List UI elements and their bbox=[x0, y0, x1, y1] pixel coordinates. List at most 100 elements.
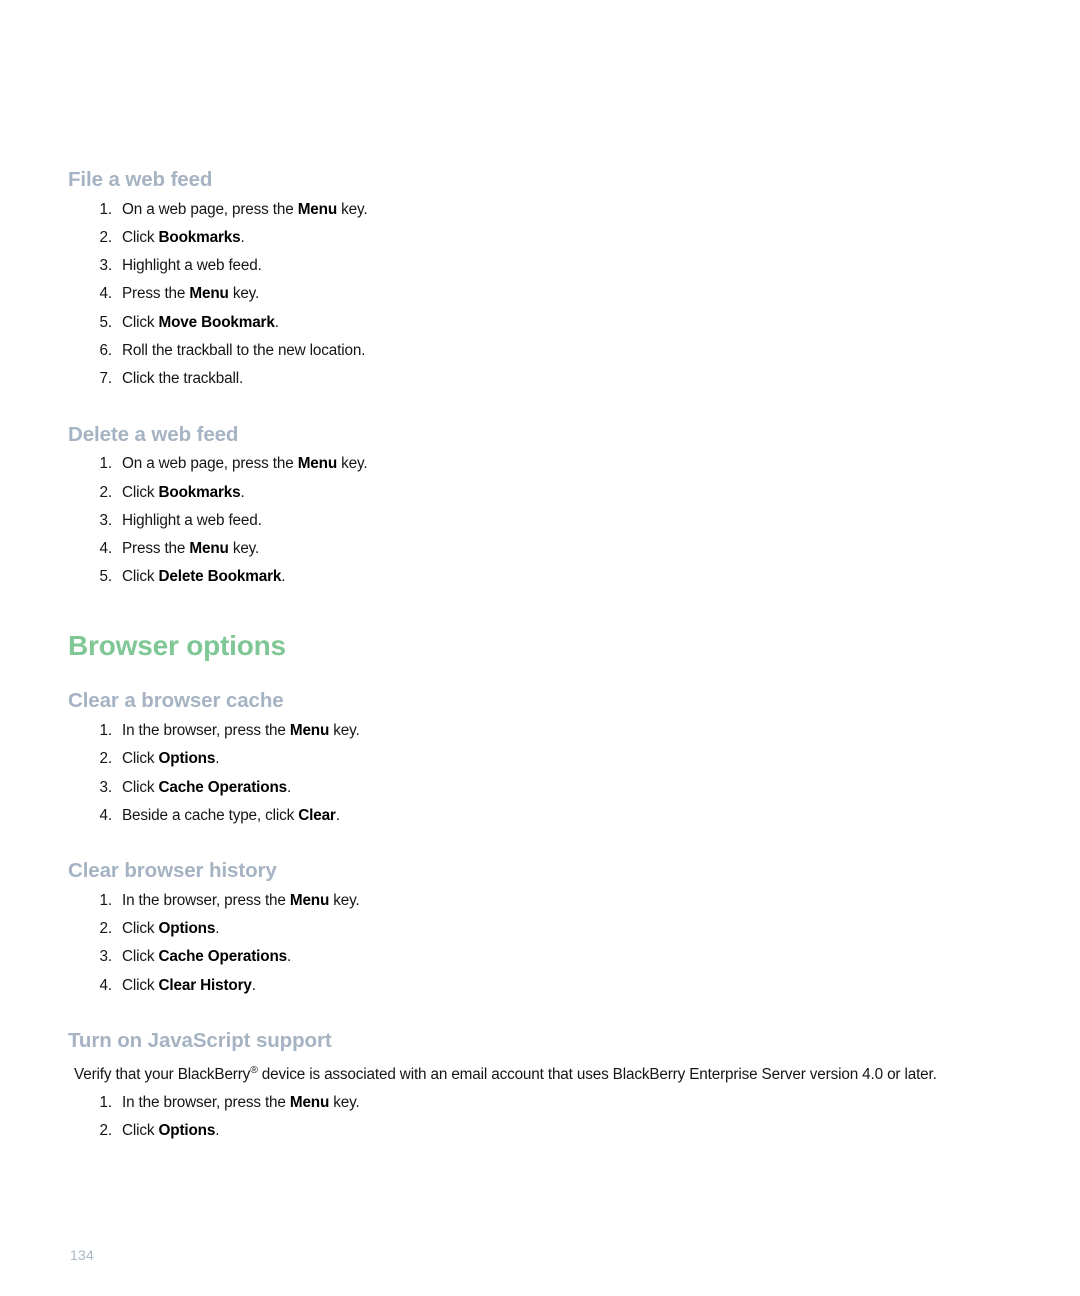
list-item: 4. Click Clear History. bbox=[68, 976, 1012, 994]
step-text-pre: In the browser, press the bbox=[122, 722, 290, 740]
section-intro-paragraph: Verify that your BlackBerry® device is a… bbox=[74, 1065, 1012, 1085]
step-text-post: key. bbox=[329, 722, 360, 740]
step-text-post: key. bbox=[329, 1093, 360, 1111]
step-text-post: key. bbox=[337, 455, 368, 473]
step-text-pre: Click bbox=[122, 313, 159, 331]
step-text-pre: Beside a cache type, click bbox=[122, 806, 299, 824]
step-text-bold: Menu bbox=[289, 891, 330, 909]
step-text-bold: Bookmarks bbox=[158, 483, 241, 501]
section-file-a-web-feed: File a web feed 1. On a web page, press t… bbox=[68, 168, 1012, 387]
step-text-pre: Press the bbox=[122, 285, 190, 303]
list-item: 1. In the browser, press the Menu key. bbox=[68, 722, 1012, 740]
list-item: 4. Press the Menu key. bbox=[68, 285, 1012, 303]
step-text-post: . bbox=[335, 806, 340, 824]
step-number: 2. bbox=[99, 483, 113, 501]
list-item: 2. Click Bookmarks. bbox=[68, 483, 1012, 501]
step-number: 2. bbox=[99, 920, 113, 938]
list-item: 3. Highlight a web feed. bbox=[68, 511, 1012, 529]
step-number: 3. bbox=[99, 511, 113, 529]
section-heading: Turn on JavaScript support bbox=[68, 1028, 332, 1052]
section-delete-a-web-feed: Delete a web feed 1. On a web page, press… bbox=[68, 423, 1012, 585]
list-item: 1. In the browser, press the Menu key. bbox=[68, 1093, 1012, 1111]
step-number: 1. bbox=[99, 722, 113, 740]
step-text-pre: In the browser, press the bbox=[122, 891, 290, 909]
step-text-post: . bbox=[215, 1122, 220, 1140]
step-text-bold: Cache Operations bbox=[158, 948, 288, 966]
step-text-pre: Highlight a web feed. bbox=[122, 511, 262, 529]
step-text-pre: Click bbox=[122, 948, 159, 966]
step-number: 5. bbox=[99, 568, 113, 586]
step-text-pre: Click bbox=[122, 976, 159, 994]
step-text-post: . bbox=[215, 920, 220, 938]
step-number: 4. bbox=[99, 806, 113, 824]
step-text-bold: Move Bookmark bbox=[158, 313, 275, 331]
registered-trademark-symbol: ® bbox=[250, 1064, 258, 1076]
step-text-post: . bbox=[240, 483, 245, 501]
list-item: 5. Click Move Bookmark. bbox=[68, 313, 1012, 331]
step-text-post: key. bbox=[228, 285, 260, 303]
step-number: 2. bbox=[99, 228, 113, 246]
section-heading: Clear browser history bbox=[68, 859, 277, 883]
step-text-post: key. bbox=[329, 891, 360, 909]
step-number: 4. bbox=[99, 285, 113, 303]
step-text-pre: Press the bbox=[122, 540, 190, 558]
document-page: File a web feed 1. On a web page, press t… bbox=[0, 0, 1080, 1296]
step-text-bold: Options bbox=[158, 1122, 216, 1140]
step-text-post: . bbox=[215, 750, 220, 768]
step-number: 1. bbox=[99, 455, 113, 473]
section-heading: Delete a web feed bbox=[68, 422, 239, 446]
step-text-pre: Highlight a web feed. bbox=[122, 257, 262, 275]
step-list-clear-a-browser-cache: 1. In the browser, press the Menu key. 2.… bbox=[68, 723, 1012, 823]
step-text-bold: Bookmarks bbox=[158, 228, 241, 246]
step-text-pre: Roll the trackball to the new location. bbox=[122, 342, 366, 360]
step-number: 3. bbox=[99, 257, 113, 275]
page-content: File a web feed 1. On a web page, press t… bbox=[68, 168, 1012, 1151]
section-heading: File a web feed bbox=[68, 168, 213, 191]
chapter-heading: Browser options bbox=[68, 629, 286, 661]
list-item: 1. In the browser, press the Menu key. bbox=[68, 891, 1012, 909]
step-text-pre: On a web page, press the bbox=[122, 200, 298, 218]
step-number: 1. bbox=[99, 891, 113, 909]
step-number: 3. bbox=[99, 778, 113, 796]
step-number: 4. bbox=[99, 976, 113, 994]
list-item: 4. Press the Menu key. bbox=[68, 540, 1012, 558]
step-text-pre: In the browser, press the bbox=[122, 1093, 290, 1111]
step-number: 7. bbox=[99, 370, 113, 388]
list-item: 1. On a web page, press the Menu key. bbox=[68, 200, 1012, 218]
list-item: 3. Click Cache Operations. bbox=[68, 948, 1012, 966]
step-text-post: . bbox=[287, 778, 292, 796]
step-list-delete-a-web-feed: 1. On a web page, press the Menu key. 2. C… bbox=[68, 455, 1012, 586]
step-text-pre: Click bbox=[122, 920, 159, 938]
step-number: 3. bbox=[99, 948, 113, 966]
list-item: 2. Click Options. bbox=[68, 920, 1012, 938]
step-text-bold: Cache Operations bbox=[158, 778, 288, 796]
step-text-pre: Click bbox=[122, 483, 159, 501]
step-text-post: . bbox=[251, 976, 256, 994]
step-text-pre: Click bbox=[122, 778, 159, 796]
step-text-bold: Menu bbox=[189, 285, 229, 303]
step-text-bold: Clear bbox=[298, 806, 336, 824]
step-number: 2. bbox=[99, 750, 113, 768]
intro-text-part2: device is associated with an email accou… bbox=[257, 1065, 937, 1083]
step-text-bold: Menu bbox=[297, 200, 338, 218]
step-text-post: key. bbox=[228, 540, 260, 558]
list-item: 3. Click Cache Operations. bbox=[68, 778, 1012, 796]
step-text-bold: Options bbox=[158, 750, 216, 768]
list-item: 4. Beside a cache type, click Clear. bbox=[68, 806, 1012, 824]
list-item: 2. Click Bookmarks. bbox=[68, 228, 1012, 246]
step-text-post: . bbox=[240, 228, 245, 246]
step-text-bold: Menu bbox=[297, 455, 338, 473]
step-text-bold: Delete Bookmark bbox=[158, 568, 282, 586]
step-text-pre: Click bbox=[122, 568, 159, 586]
intro-text-part1: Verify that your BlackBerry bbox=[74, 1065, 251, 1083]
step-number: 6. bbox=[99, 342, 113, 360]
step-text-pre: Click bbox=[122, 750, 159, 768]
step-list-turn-on-javascript-support: 1. In the browser, press the Menu key. 2.… bbox=[68, 1095, 1012, 1139]
list-item: 3. Highlight a web feed. bbox=[68, 257, 1012, 275]
step-text-post: . bbox=[274, 313, 279, 331]
step-list-file-a-web-feed: 1. On a web page, press the Menu key. 2. C… bbox=[68, 200, 1012, 388]
step-text-bold: Menu bbox=[289, 1093, 330, 1111]
list-item: 1. On a web page, press the Menu key. bbox=[68, 455, 1012, 473]
step-text-post: . bbox=[281, 568, 286, 586]
step-text-bold: Menu bbox=[189, 540, 229, 558]
